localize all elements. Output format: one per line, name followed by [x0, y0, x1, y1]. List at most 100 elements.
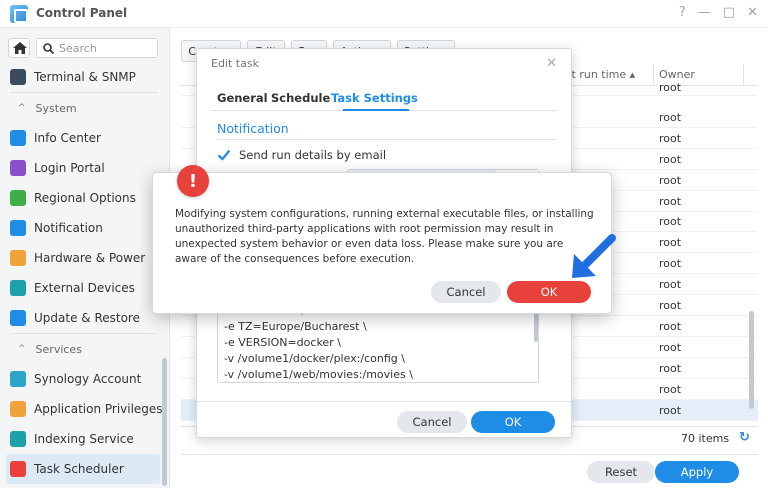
- search-icon: [43, 43, 54, 54]
- sidebar-item-label: External Devices: [34, 281, 135, 295]
- tab-task-settings[interactable]: Task Settings: [331, 91, 418, 105]
- notification-icon: [10, 220, 26, 236]
- owner-cell: root: [659, 361, 682, 375]
- sidebar: Terminal & SNMP ^ System Info Center Login P…: [0, 28, 170, 488]
- send-email-option[interactable]: Send run details by email: [217, 148, 386, 162]
- item-count: 70 items: [681, 432, 730, 445]
- close-icon[interactable]: ✕: [546, 56, 557, 71]
- terminal-icon: [10, 69, 26, 85]
- help-icon[interactable]: ?: [679, 5, 686, 20]
- script-line: -e VERSION=docker \: [224, 336, 341, 349]
- divider: [217, 139, 557, 140]
- window-controls: ? — □ ✕: [679, 5, 758, 20]
- warning-ok-button[interactable]: OK: [507, 281, 591, 303]
- account-icon: [10, 371, 26, 387]
- owner-cell: root: [659, 215, 682, 229]
- warning-cancel-button[interactable]: Cancel: [431, 281, 501, 303]
- warning-message: Modifying system configurations, running…: [175, 208, 594, 265]
- column-divider: [653, 64, 654, 86]
- sidebar-item-label: Notification: [34, 221, 103, 235]
- owner-cell: root: [659, 382, 682, 396]
- divider: [197, 401, 571, 402]
- close-icon[interactable]: ✕: [747, 5, 758, 20]
- dialog-title: Edit task: [211, 57, 259, 70]
- sidebar-item-terminal-snmp[interactable]: Terminal & SNMP: [0, 62, 168, 92]
- sidebar-scrollbar[interactable]: [162, 358, 167, 486]
- sidebar-item-label: Regional Options: [34, 191, 136, 205]
- sidebar-section-services[interactable]: ^ Services: [0, 334, 168, 364]
- external-devices-icon: [10, 280, 26, 296]
- sidebar-item-task-scheduler[interactable]: Task Scheduler: [6, 454, 160, 484]
- sidebar-nav: Terminal & SNMP ^ System Info Center Login P…: [0, 62, 168, 484]
- script-line: -e TZ=Europe/Bucharest \: [224, 320, 367, 333]
- column-next-run-time[interactable]: xt run time ▴: [565, 68, 635, 81]
- cancel-button[interactable]: Cancel: [397, 411, 467, 433]
- sidebar-item-label: Task Scheduler: [34, 462, 124, 476]
- calendar-icon: [10, 461, 26, 477]
- owner-cell: root: [659, 131, 682, 145]
- window-title: Control Panel: [36, 6, 128, 20]
- refresh-icon[interactable]: ↻: [739, 430, 750, 445]
- title-bar: Control Panel ? — □ ✕: [0, 0, 768, 28]
- sidebar-section-label: Services: [35, 342, 82, 356]
- section-notification: Notification: [217, 121, 289, 136]
- grid-scrollbar[interactable]: [749, 311, 754, 409]
- regional-options-icon: [10, 190, 26, 206]
- sidebar-item-synology-account[interactable]: Synology Account: [0, 364, 168, 394]
- sidebar-item-regional-options[interactable]: Regional Options: [0, 183, 168, 213]
- script-line: -v /volume1/docker/plex:/config \: [224, 352, 405, 365]
- sidebar-item-indexing-service[interactable]: Indexing Service: [0, 424, 168, 454]
- sidebar-item-label: Application Privileges: [34, 402, 163, 416]
- sidebar-item-application-privileges[interactable]: Application Privileges: [0, 394, 168, 424]
- column-divider: [743, 64, 744, 86]
- sidebar-item-label: Hardware & Power: [34, 251, 146, 265]
- home-icon: [13, 42, 27, 54]
- chevron-up-icon: ^: [18, 103, 26, 113]
- sidebar-item-label: Info Center: [34, 131, 101, 145]
- login-portal-icon: [10, 160, 26, 176]
- user-script-editor[interactable]: -e PGID=100 \ -e TZ=Europe/Bucharest \ -…: [217, 307, 539, 383]
- sidebar-item-label: Synology Account: [34, 372, 142, 386]
- owner-cell: root: [659, 236, 682, 250]
- sidebar-item-label: Update & Restore: [34, 311, 140, 325]
- tab-general[interactable]: General: [217, 91, 268, 105]
- owner-cell: root: [659, 403, 682, 417]
- script-scrollbar[interactable]: [534, 310, 538, 342]
- sidebar-item-hardware-power[interactable]: Hardware & Power: [0, 243, 168, 273]
- column-owner[interactable]: Owner: [659, 68, 695, 81]
- owner-cell: root: [659, 278, 682, 292]
- reset-button[interactable]: Reset: [587, 461, 655, 483]
- apply-button[interactable]: Apply: [655, 461, 739, 483]
- owner-cell: root: [659, 81, 682, 94]
- home-button[interactable]: [8, 38, 30, 58]
- owner-cell: root: [659, 319, 682, 333]
- search-box[interactable]: [36, 38, 158, 58]
- sidebar-item-notification[interactable]: Notification: [0, 213, 168, 243]
- owner-cell: root: [659, 340, 682, 354]
- search-input[interactable]: [59, 41, 155, 56]
- update-icon: [10, 310, 26, 326]
- control-panel-icon: [10, 5, 28, 23]
- root-permission-warning-dialog: ! Modifying system configurations, runni…: [152, 165, 612, 314]
- owner-cell: root: [659, 173, 682, 187]
- sidebar-item-login-portal[interactable]: Login Portal: [0, 153, 168, 183]
- sidebar-item-label: Indexing Service: [34, 432, 134, 446]
- checkbox-checked-icon[interactable]: [217, 148, 231, 162]
- tab-schedule[interactable]: Schedule: [271, 91, 330, 105]
- ok-button[interactable]: OK: [471, 411, 555, 433]
- sidebar-section-label: System: [35, 101, 77, 115]
- minimize-icon[interactable]: —: [698, 5, 711, 20]
- owner-cell: root: [659, 299, 682, 312]
- active-tab-indicator: [343, 109, 409, 111]
- sidebar-item-info-center[interactable]: Info Center: [0, 123, 168, 153]
- owner-cell: root: [659, 152, 682, 166]
- dialog-tabs: General Schedule Task Settings: [211, 89, 557, 111]
- sidebar-item-update-restore[interactable]: Update & Restore: [0, 303, 168, 333]
- sidebar-item-external-devices[interactable]: External Devices: [0, 273, 168, 303]
- bulb-icon: [10, 250, 26, 266]
- divider: [181, 454, 758, 455]
- maximize-icon[interactable]: □: [723, 5, 735, 20]
- owner-cell: root: [659, 257, 682, 271]
- sidebar-section-system[interactable]: ^ System: [0, 93, 168, 123]
- send-email-label: Send run details by email: [239, 148, 387, 162]
